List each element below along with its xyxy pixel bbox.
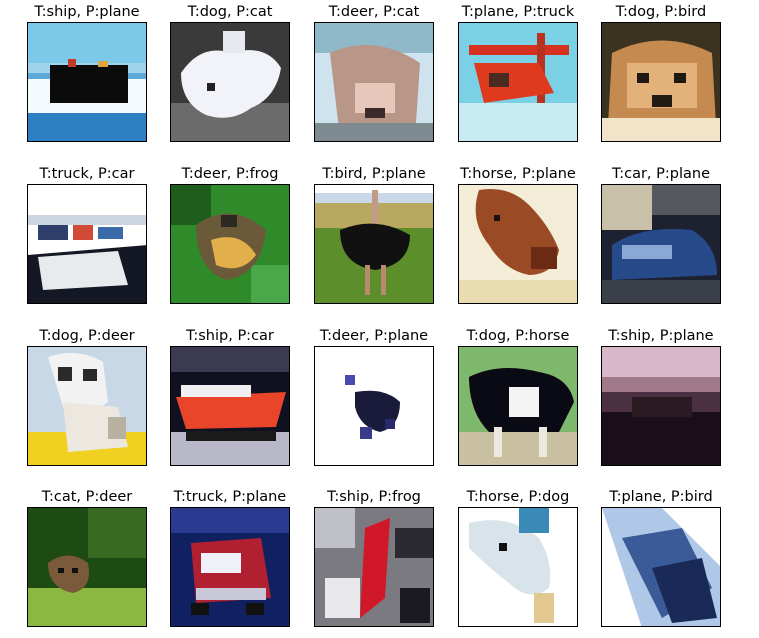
dog-thumbnail	[28, 347, 146, 465]
panel-caption: T:ship, P:car	[186, 328, 274, 344]
ship-thumbnail	[602, 347, 720, 465]
image-grid: T:ship, P:plane T:dog, P:cat T:deer, P:c…	[0, 0, 759, 638]
panel-image	[314, 22, 434, 142]
truck-thumbnail	[171, 508, 289, 626]
plane-thumbnail	[459, 23, 577, 141]
dog-thumbnail	[171, 23, 289, 141]
panel-image	[458, 184, 578, 304]
panel-caption: T:plane, P:bird	[609, 489, 713, 505]
panel-image	[170, 507, 290, 627]
car-thumbnail	[602, 185, 720, 303]
panel-image	[170, 184, 290, 304]
ship-thumbnail	[171, 347, 289, 465]
panel-caption: T:horse, P:dog	[466, 489, 570, 505]
panel-caption: T:deer, P:cat	[328, 4, 420, 20]
panel-image	[458, 346, 578, 466]
panel-caption: T:plane, P:truck	[461, 4, 575, 20]
deer-thumbnail	[315, 347, 433, 465]
horse-thumbnail	[459, 185, 577, 303]
panel-caption: T:horse, P:plane	[460, 166, 576, 182]
panel-image	[314, 184, 434, 304]
bird-thumbnail	[315, 185, 433, 303]
panel-caption: T:bird, P:plane	[322, 166, 426, 182]
truck-thumbnail	[28, 185, 146, 303]
plane-thumbnail	[602, 508, 720, 626]
panel-caption: T:deer, P:plane	[319, 328, 429, 344]
panel-caption: T:deer, P:frog	[181, 166, 279, 182]
deer-thumbnail	[171, 185, 289, 303]
panel-caption: T:dog, P:deer	[39, 328, 135, 344]
ship-thumbnail	[315, 508, 433, 626]
panel-image	[458, 22, 578, 142]
panel-caption: T:ship, P:frog	[327, 489, 421, 505]
panel-caption: T:dog, P:bird	[615, 4, 707, 20]
panel-caption: T:truck, P:car	[39, 166, 135, 182]
panel-image	[601, 184, 721, 304]
deer-thumbnail	[315, 23, 433, 141]
panel-image	[27, 346, 147, 466]
panel-image	[27, 22, 147, 142]
panel-image	[27, 184, 147, 304]
panel-image	[601, 22, 721, 142]
panel-caption: T:dog, P:cat	[187, 4, 273, 20]
panel-image	[27, 507, 147, 627]
panel-image	[314, 346, 434, 466]
panel-caption: T:car, P:plane	[611, 166, 711, 182]
panel-image	[170, 22, 290, 142]
panel-image	[601, 507, 721, 627]
ship-thumbnail	[28, 23, 146, 141]
cat-thumbnail	[28, 508, 146, 626]
panel-image	[314, 507, 434, 627]
dog-thumbnail	[459, 347, 577, 465]
panel-caption: T:dog, P:horse	[466, 328, 570, 344]
panel-caption: T:ship, P:plane	[608, 328, 714, 344]
panel-caption: T:truck, P:plane	[173, 489, 287, 505]
horse-thumbnail	[459, 508, 577, 626]
panel-caption: T:cat, P:deer	[41, 489, 133, 505]
dog-thumbnail	[602, 23, 720, 141]
panel-image	[601, 346, 721, 466]
panel-image	[170, 346, 290, 466]
panel-caption: T:ship, P:plane	[34, 4, 140, 20]
panel-image	[458, 507, 578, 627]
